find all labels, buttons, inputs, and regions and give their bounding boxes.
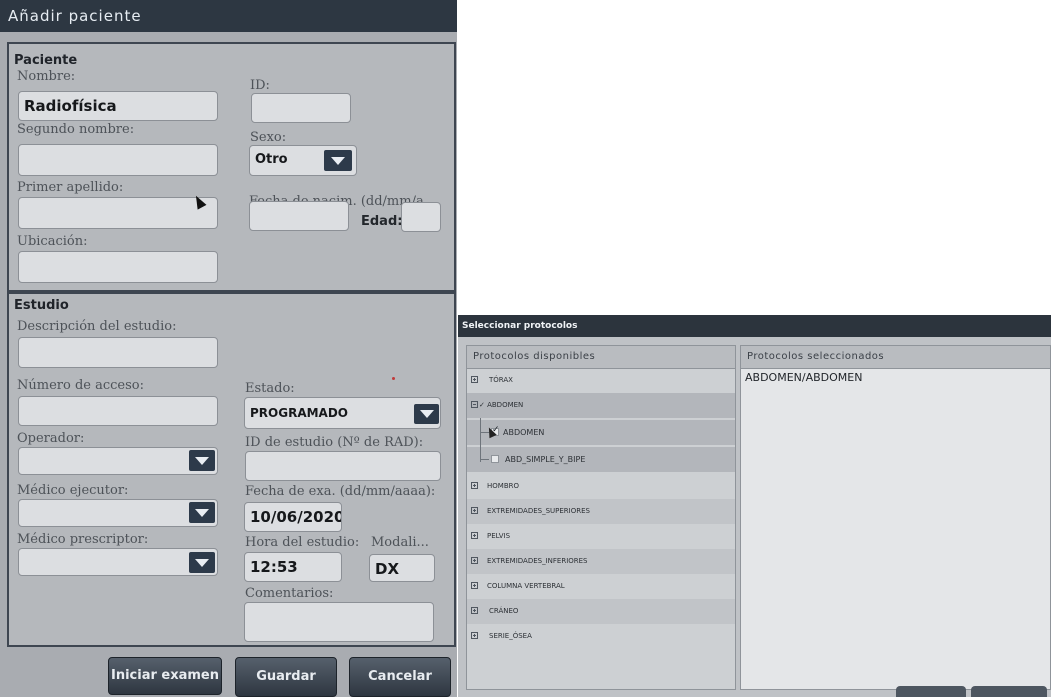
protocol-item-abd-simple[interactable]: ABD_SIMPLE_Y_BIPE xyxy=(467,447,735,472)
segundo-nombre-label: Segundo nombre: xyxy=(17,122,135,137)
protocol-item-abdomen[interactable]: ✓ ABDOMEN xyxy=(467,420,735,445)
window-title: Seleccionar protocolos xyxy=(458,315,1051,337)
expand-icon[interactable] xyxy=(471,532,478,539)
comentarios-label: Comentarios: xyxy=(245,586,334,601)
modalidad-field[interactable]: DX xyxy=(369,554,435,582)
iniciar-examen-button[interactable]: Iniciar examen xyxy=(108,657,222,695)
patient-panel: Paciente Nombre: Radiofísica ID: Segundo… xyxy=(7,42,456,292)
study-panel: Estudio Descripción del estudio: Número … xyxy=(7,292,456,647)
available-protocols-panel: Protocolos disponibles TÓRAX ✓ ABDOMEN ✓… xyxy=(466,345,736,690)
estado-select[interactable]: PROGRAMADO xyxy=(244,397,441,429)
protocol-item-craneo[interactable]: CRÁNEO xyxy=(467,599,735,624)
ubicacion-label: Ubicación: xyxy=(17,234,88,249)
edad-label: Edad: xyxy=(361,214,403,229)
protocol-item-torax[interactable]: TÓRAX xyxy=(467,368,735,393)
medico-ejecutor-dropdown-icon[interactable] xyxy=(189,502,215,523)
guardar-button[interactable]: Guardar xyxy=(235,657,337,697)
medico-prescriptor-select[interactable] xyxy=(18,548,218,576)
estado-value: PROGRAMADO xyxy=(250,406,349,420)
nombre-field[interactable]: Radiofísica xyxy=(18,91,218,121)
protocol-item-hombro[interactable]: HOMBRO xyxy=(467,474,735,499)
collapse-icon[interactable] xyxy=(471,401,478,408)
primer-apellido-field[interactable] xyxy=(18,197,218,229)
id-label: ID: xyxy=(250,78,270,93)
expand-icon[interactable] xyxy=(471,482,478,489)
medico-prescriptor-label: Médico prescriptor: xyxy=(17,532,149,547)
id-estudio-field[interactable] xyxy=(245,451,441,481)
operador-label: Operador: xyxy=(17,431,85,446)
operador-dropdown-icon[interactable] xyxy=(189,450,215,471)
estado-dropdown-icon[interactable] xyxy=(414,404,439,424)
protocol-item-columna-vertebral[interactable]: COLUMNA VERTEBRAL xyxy=(467,574,735,599)
red-marker xyxy=(392,377,395,380)
expand-icon[interactable] xyxy=(471,607,478,614)
expand-icon[interactable] xyxy=(471,507,478,514)
fecha-exa-field[interactable]: 10/06/2020 xyxy=(244,502,342,532)
estado-label: Estado: xyxy=(245,381,295,396)
modalidad-label: Modali... xyxy=(371,535,429,550)
id-field[interactable] xyxy=(251,93,351,123)
tree-line xyxy=(480,418,481,462)
sexo-value: Otro xyxy=(255,152,288,167)
descripcion-field[interactable] xyxy=(18,337,218,368)
medico-prescriptor-dropdown-icon[interactable] xyxy=(189,552,215,573)
descripcion-label: Descripción del estudio: xyxy=(17,319,177,334)
expand-icon[interactable] xyxy=(471,557,478,564)
selected-protocols-panel: Protocolos seleccionados ABDOMEN/ABDOMEN xyxy=(740,345,1051,690)
hora-label: Hora del estudio: xyxy=(245,535,360,550)
edad-field[interactable] xyxy=(401,202,441,232)
fecha-exa-label: Fecha de exa. (dd/mm/aaaa): xyxy=(245,484,436,499)
hora-field[interactable]: 12:53 xyxy=(244,552,342,582)
protocol-item-serie-osea[interactable]: SERIE_ÓSEA xyxy=(467,624,735,649)
expand-icon[interactable] xyxy=(471,582,478,589)
window-button[interactable] xyxy=(971,686,1047,697)
expand-icon[interactable] xyxy=(471,632,478,639)
ubicacion-field[interactable] xyxy=(18,251,218,283)
protocol-item-extremidades-superiores[interactable]: EXTREMIDADES_SUPERIORES xyxy=(467,499,735,524)
protocol-item-abdomen-group[interactable]: ✓ ABDOMEN xyxy=(467,393,735,418)
section-title-paciente: Paciente xyxy=(14,53,78,68)
sexo-dropdown-icon[interactable] xyxy=(324,150,352,171)
selected-protocols-header: Protocolos seleccionados xyxy=(741,346,1050,369)
medico-ejecutor-label: Médico ejecutor: xyxy=(17,483,129,498)
protocol-item-pelvis[interactable]: PELVIS xyxy=(467,524,735,549)
operador-select[interactable] xyxy=(18,447,218,475)
cancelar-button[interactable]: Cancelar xyxy=(349,657,451,697)
comentarios-field[interactable] xyxy=(244,602,434,642)
numero-acceso-field[interactable] xyxy=(18,396,218,426)
nombre-label: Nombre: xyxy=(17,69,76,84)
primer-apellido-label: Primer apellido: xyxy=(17,180,124,195)
checkbox-icon[interactable] xyxy=(491,455,499,463)
selected-protocol-item[interactable]: ABDOMEN/ABDOMEN xyxy=(745,371,862,384)
expand-icon[interactable] xyxy=(471,376,478,383)
id-estudio-label: ID de estudio (Nº de RAD): xyxy=(245,435,424,450)
add-patient-dialog: Añadir paciente Paciente Nombre: Radiofí… xyxy=(0,0,457,697)
window-button[interactable] xyxy=(896,686,966,697)
numero-acceso-label: Número de acceso: xyxy=(17,378,144,393)
tree-line xyxy=(480,459,489,460)
select-protocols-window: Seleccionar protocolos Protocolos dispon… xyxy=(458,315,1051,697)
protocol-item-extremidades-inferiores[interactable]: EXTREMIDADES_INFERIORES xyxy=(467,549,735,574)
dialog-title: Añadir paciente xyxy=(0,0,457,32)
section-title-estudio: Estudio xyxy=(14,298,69,313)
medico-ejecutor-select[interactable] xyxy=(18,499,218,527)
fecha-nacimiento-field[interactable] xyxy=(249,201,349,231)
segundo-nombre-field[interactable] xyxy=(18,144,218,176)
sexo-label: Sexo: xyxy=(250,130,287,145)
available-protocols-header: Protocolos disponibles xyxy=(467,346,735,369)
